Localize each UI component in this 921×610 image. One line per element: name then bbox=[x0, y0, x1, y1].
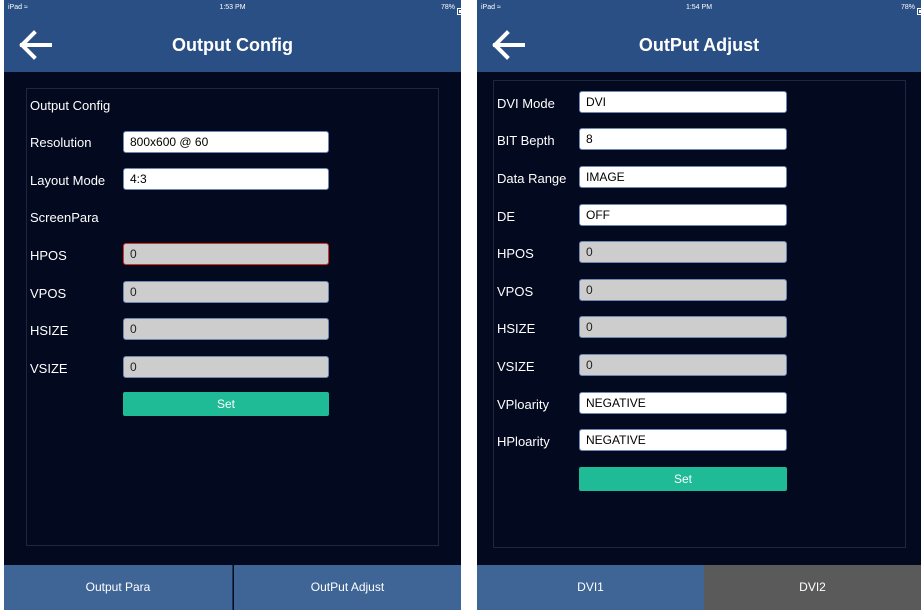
vpos-label: VPOS bbox=[30, 286, 67, 301]
hsize-label: HSIZE bbox=[30, 323, 69, 338]
hsize-field[interactable]: 0 bbox=[579, 316, 787, 338]
layout-mode-label: Layout Mode bbox=[30, 173, 106, 188]
hpolarity-label: HPloarity bbox=[497, 434, 550, 449]
status-battery: 78% bbox=[440, 4, 461, 15]
vpos-field[interactable]: 0 bbox=[123, 281, 329, 303]
hpos-label: HPOS bbox=[497, 246, 534, 261]
resolution-label: Resolution bbox=[30, 135, 92, 150]
back-button[interactable] bbox=[18, 30, 54, 60]
back-button[interactable] bbox=[491, 30, 527, 60]
hsize-label: HSIZE bbox=[497, 321, 536, 336]
de-field[interactable]: OFF bbox=[579, 204, 787, 226]
tab-dvi2[interactable]: DVI2 bbox=[704, 565, 921, 610]
screen-para-label: ScreenPara bbox=[30, 210, 99, 225]
vpolarity-field[interactable]: NEGATIVE bbox=[579, 392, 787, 414]
battery-icon bbox=[917, 8, 921, 15]
page-title: OutPut Adjust bbox=[638, 35, 760, 55]
status-battery: 78% bbox=[900, 4, 921, 15]
vpos-label: VPOS bbox=[497, 284, 534, 299]
hpos-label: HPOS bbox=[30, 248, 67, 263]
data-range-label: Data Range bbox=[497, 171, 567, 186]
dvi-mode-field[interactable]: DVI bbox=[579, 91, 787, 113]
battery-percent: 78% bbox=[900, 4, 915, 11]
set-button[interactable]: Set bbox=[579, 467, 787, 491]
hpos-field[interactable]: 0 bbox=[579, 241, 787, 263]
set-button[interactable]: Set bbox=[123, 392, 329, 416]
bit-depth-label: BIT Bepth bbox=[497, 133, 555, 148]
nav-bar: Output Config bbox=[4, 18, 461, 72]
battery-percent: 78% bbox=[440, 4, 455, 11]
back-arrow-icon bbox=[492, 30, 525, 60]
status-time: 1:53 PM bbox=[219, 4, 246, 11]
resolution-field[interactable]: 800x600 @ 60 bbox=[123, 131, 329, 153]
hpolarity-field[interactable]: NEGATIVE bbox=[579, 429, 787, 451]
nav-bar: OutPut Adjust bbox=[477, 18, 921, 72]
vsize-label: VSIZE bbox=[497, 359, 535, 374]
output-config-screen: iPad ≈ 1:53 PM 78% Output Config Output … bbox=[4, 0, 461, 610]
output-adjust-screen: iPad ≈ 1:54 PM 78% OutPut Adjust DVI Mod… bbox=[477, 0, 921, 610]
hpos-field[interactable]: 0 bbox=[123, 243, 329, 265]
page-title: Output Config bbox=[172, 35, 293, 55]
section-title: Output Config bbox=[30, 98, 111, 113]
data-range-field[interactable]: IMAGE bbox=[579, 166, 787, 188]
vsize-field[interactable]: 0 bbox=[123, 356, 329, 378]
status-time: 1:54 PM bbox=[685, 4, 713, 11]
vpolarity-label: VPloarity bbox=[497, 397, 550, 412]
config-panel bbox=[26, 88, 439, 546]
status-bar: iPad ≈ 1:54 PM 78% bbox=[477, 0, 921, 18]
layout-mode-field[interactable]: 4:3 bbox=[123, 168, 329, 190]
battery-icon bbox=[457, 8, 461, 15]
tab-output-adjust[interactable]: OutPut Adjust bbox=[234, 565, 461, 610]
tab-dvi1[interactable]: DVI1 bbox=[477, 565, 704, 610]
tab-bar: Output Para OutPut Adjust bbox=[4, 565, 461, 610]
dvi-mode-label: DVI Mode bbox=[497, 96, 555, 111]
vsize-label: VSIZE bbox=[30, 361, 68, 376]
tab-output-para[interactable]: Output Para bbox=[4, 565, 233, 610]
vsize-field[interactable]: 0 bbox=[579, 354, 787, 376]
bit-depth-field[interactable]: 8 bbox=[579, 128, 787, 150]
status-bar: iPad ≈ 1:53 PM 78% bbox=[4, 0, 461, 18]
back-arrow-icon bbox=[19, 30, 52, 60]
vpos-field[interactable]: 0 bbox=[579, 279, 787, 301]
hsize-field[interactable]: 0 bbox=[123, 318, 329, 340]
tab-bar: DVI1 DVI2 bbox=[477, 565, 921, 610]
de-label: DE bbox=[497, 209, 516, 224]
